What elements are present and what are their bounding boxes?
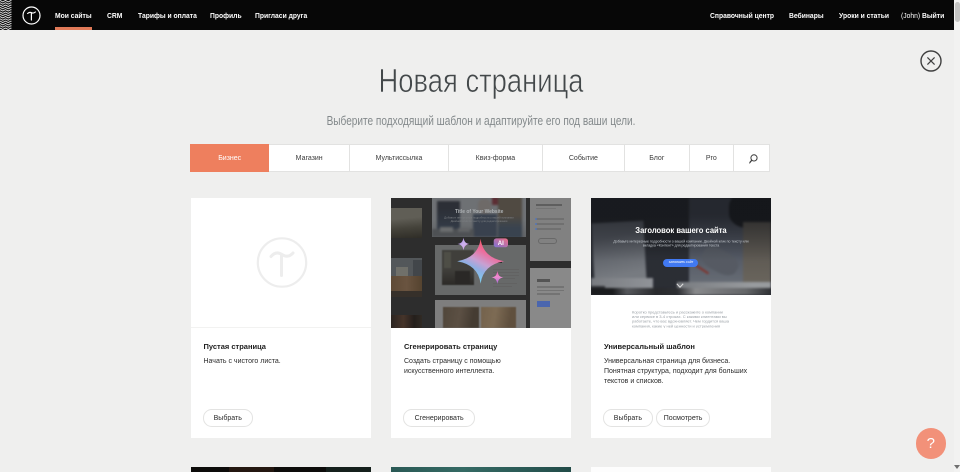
svg-text:AI: AI <box>498 241 504 247</box>
